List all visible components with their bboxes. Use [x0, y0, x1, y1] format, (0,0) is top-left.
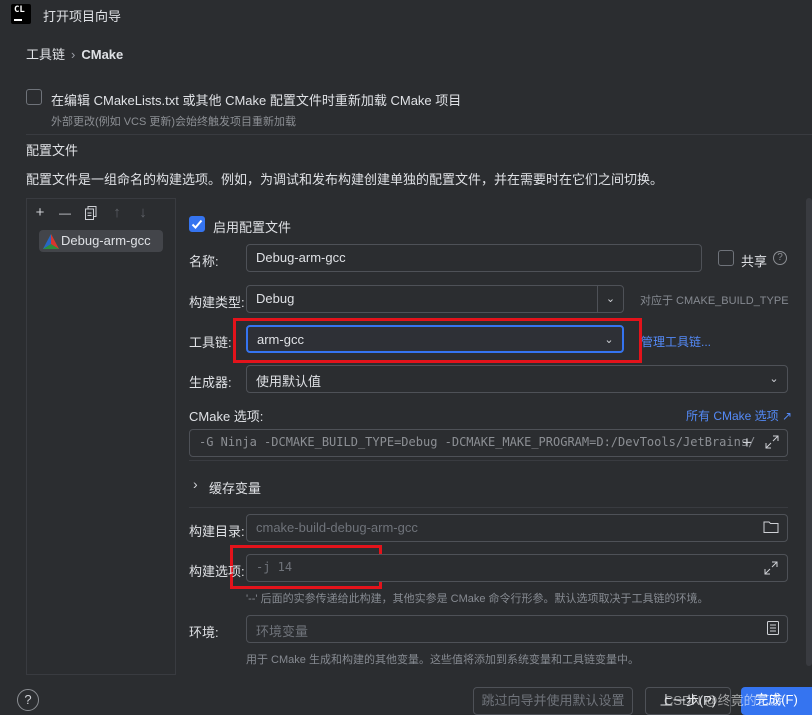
build-dir-input[interactable]: cmake-build-debug-arm-gcc — [246, 514, 788, 542]
chevron-down-icon[interactable]: ⌄ — [597, 286, 623, 312]
build-options-label: 构建选项: — [189, 564, 245, 579]
profiles-heading: 配置文件 — [26, 143, 79, 158]
build-dir-placeholder: cmake-build-debug-arm-gcc — [256, 520, 418, 535]
document-icon[interactable] — [767, 621, 779, 638]
folder-icon[interactable] — [763, 520, 779, 537]
environment-label: 环境: — [189, 625, 219, 640]
profiles-toolbar: + — ↑ ↓ — [27, 199, 175, 227]
reload-label: 在编辑 CMakeLists.txt 或其他 CMake 配置文件时重新加载 C… — [51, 93, 462, 108]
breadcrumb-current: CMake — [81, 47, 124, 62]
name-label: 名称: — [189, 254, 219, 269]
title-bar: CL 打开项目向导 — [0, 0, 812, 30]
move-down-button[interactable]: ↓ — [133, 203, 153, 223]
expand-icon[interactable] — [764, 434, 780, 453]
move-up-button[interactable]: ↑ — [107, 203, 127, 223]
all-cmake-options-link[interactable]: 所有 CMake 选项 ↗ — [686, 407, 792, 424]
cmake-options-value: -G Ninja -DCMAKE_BUILD_TYPE=Debug -DCMAK… — [199, 435, 756, 449]
checkmark-icon — [191, 219, 203, 229]
share-checkbox[interactable] — [718, 250, 734, 266]
form-scrollbar[interactable] — [806, 198, 812, 666]
reload-checkbox[interactable] — [26, 89, 42, 105]
section-divider — [26, 134, 812, 135]
share-help-icon[interactable]: ? — [773, 251, 787, 265]
cache-vars-label[interactable]: 缓存变量 — [209, 478, 261, 497]
chevron-down-icon[interactable]: ⌄ — [596, 327, 622, 351]
enable-profile-label: 启用配置文件 — [213, 220, 292, 235]
build-options-hint: '--' 后面的实参传递给此构建，其他实参是 CMake 命令行形参。默认选项取… — [246, 593, 709, 605]
chevron-down-icon[interactable]: ⌄ — [761, 366, 787, 392]
share-label: 共享 — [741, 254, 768, 269]
clion-logo-icon: CL — [11, 4, 31, 24]
window-title: 打开项目向导 — [43, 9, 122, 24]
generator-value: 使用默认值 — [256, 374, 322, 389]
cmake-options-label: CMake 选项: — [189, 409, 264, 424]
build-type-label: 构建类型: — [189, 295, 245, 310]
build-options-placeholder: -j 14 — [256, 560, 293, 574]
reload-hint: 外部更改(例如 VCS 更新)会始终触发项目重新加载 — [51, 116, 297, 128]
watermark: CSDN @终竟的艺游 — [664, 693, 783, 708]
cmake-options-input[interactable]: -G Ninja -DCMAKE_BUILD_TYPE=Debug -DCMAK… — [189, 429, 788, 457]
build-type-select[interactable]: Debug ⌄ — [246, 285, 624, 313]
profiles-list-panel: + — ↑ ↓ Debug-arm-gcc — [26, 198, 176, 675]
cache-divider — [189, 460, 788, 461]
add-option-icon[interactable]: + — [742, 433, 752, 453]
name-input[interactable]: Debug-arm-gcc — [246, 244, 702, 272]
skip-wizard-button[interactable]: 跳过向导并使用默认设置 — [473, 687, 633, 715]
help-button[interactable]: ? — [17, 689, 39, 711]
breadcrumb: 工具链 › CMake — [26, 44, 123, 63]
build-type-value: Debug — [256, 291, 295, 306]
cmake-triangle-icon — [43, 234, 59, 249]
toolchain-value: arm-gcc — [257, 332, 304, 347]
profile-list-item[interactable]: Debug-arm-gcc — [39, 230, 163, 252]
build-type-hint: 对应于 CMAKE_BUILD_TYPE — [640, 295, 789, 307]
build-options-input[interactable]: -j 14 — [246, 554, 788, 582]
build-divider — [189, 507, 788, 508]
breadcrumb-parent[interactable]: 工具链 — [26, 47, 65, 62]
toolchain-label: 工具链: — [189, 335, 232, 350]
environment-hint: 用于 CMake 生成和构建的其他变量。这些值将添加到系统变量和工具链变量中。 — [246, 654, 639, 666]
manage-toolchains-link[interactable]: 管理工具链... — [641, 333, 711, 350]
copy-icon[interactable] — [81, 203, 101, 223]
add-profile-button[interactable]: + — [30, 203, 50, 223]
chevron-right-icon[interactable]: › — [193, 476, 198, 492]
build-dir-label: 构建目录: — [189, 524, 245, 539]
toolchain-select[interactable]: arm-gcc ⌄ — [246, 325, 624, 353]
generator-select[interactable]: 使用默认值 ⌄ — [246, 365, 788, 393]
generator-label: 生成器: — [189, 375, 232, 390]
expand-icon[interactable] — [763, 560, 779, 580]
enable-profile-checkbox[interactable] — [189, 216, 205, 232]
remove-profile-button[interactable]: — — [55, 203, 75, 223]
profiles-description: 配置文件是一组命名的构建选项。例如，为调试和发布构建创建单独的配置文件，并在需要… — [26, 172, 664, 187]
breadcrumb-separator: › — [71, 47, 76, 62]
environment-placeholder: 环境变量 — [256, 624, 309, 639]
profile-list-label: Debug-arm-gcc — [61, 233, 151, 248]
environment-input[interactable]: 环境变量 — [246, 615, 788, 643]
